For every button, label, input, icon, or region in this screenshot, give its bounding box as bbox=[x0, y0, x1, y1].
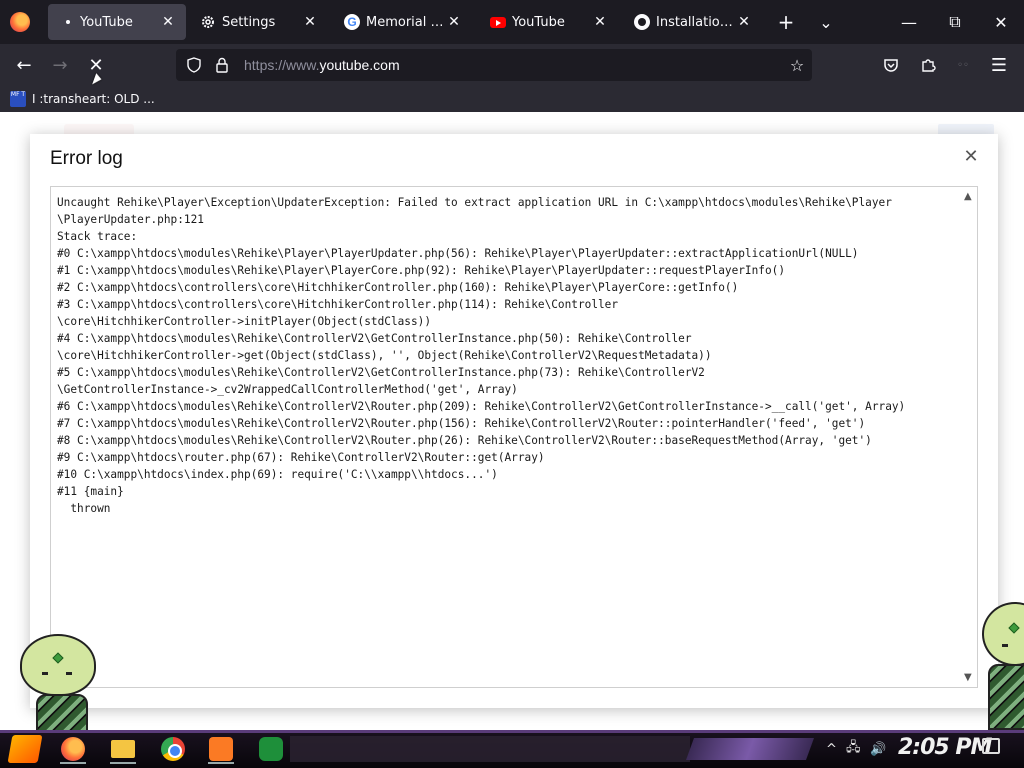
taskbar-stripe bbox=[0, 730, 1024, 733]
tab-close-icon[interactable]: ✕ bbox=[446, 14, 462, 30]
url-host: youtube.com bbox=[319, 57, 400, 73]
notification-center-icon[interactable] bbox=[982, 738, 1000, 754]
github-icon bbox=[634, 14, 650, 30]
tab-title: Settings bbox=[222, 14, 276, 30]
error-log-textarea[interactable]: Uncaught Rehike\Player\Exception\Updater… bbox=[50, 186, 978, 688]
taskbar: ^ 🖧 🔊 2:05 PM bbox=[0, 730, 1024, 768]
minimize-button[interactable]: — bbox=[886, 4, 932, 40]
xampp-icon bbox=[209, 737, 233, 761]
tab-title: Memorial Day - bbox=[366, 14, 446, 30]
bookmark-star-icon[interactable]: ☆ bbox=[782, 56, 812, 75]
dialog-close-button[interactable]: ✕ bbox=[962, 148, 980, 166]
character-sticker-left bbox=[16, 630, 106, 730]
tab-title: YouTube bbox=[512, 14, 565, 30]
bookmarks-toolbar: MF T I :transheart: OLD ... bbox=[0, 86, 1024, 112]
tab-youtube-active[interactable]: YouTube ✕ bbox=[48, 4, 186, 40]
page-content: Error log ✕ Uncaught Rehike\Player\Excep… bbox=[0, 112, 1024, 730]
bookmark-item[interactable]: MF T I :transheart: OLD ... bbox=[10, 89, 155, 109]
tab-youtube[interactable]: YouTube ✕ bbox=[480, 4, 618, 40]
loading-dot-icon bbox=[58, 14, 74, 30]
tab-close-icon[interactable]: ✕ bbox=[736, 14, 752, 30]
pocket-icon[interactable] bbox=[876, 50, 906, 80]
tab-bar: YouTube ✕ Settings ✕ G Memorial Day - ✕ … bbox=[0, 0, 1024, 44]
forward-button[interactable]: → bbox=[45, 50, 75, 80]
network-icon[interactable]: 🖧 bbox=[846, 738, 861, 760]
taskbar-search-area[interactable] bbox=[290, 736, 690, 762]
tab-title: Installation · Re bbox=[656, 14, 736, 30]
menu-icon[interactable]: ☰ bbox=[984, 50, 1014, 80]
taskbar-chrome-button[interactable] bbox=[154, 734, 192, 764]
maximize-button[interactable]: ⧉ bbox=[932, 4, 978, 40]
dialog-title: Error log bbox=[50, 148, 123, 169]
back-button[interactable]: ← bbox=[9, 50, 39, 80]
close-window-button[interactable]: ✕ bbox=[978, 4, 1024, 40]
profile-icon[interactable]: ◦◦ bbox=[948, 50, 978, 80]
navigation-toolbar: ← → ✕ https://www.youtube.com ☆ ◦◦ ☰ bbox=[0, 44, 1024, 86]
error-log-text: Uncaught Rehike\Player\Exception\Updater… bbox=[57, 196, 906, 515]
extensions-icon[interactable] bbox=[913, 50, 943, 80]
bookmark-favicon-icon: MF T bbox=[10, 91, 26, 107]
gear-icon bbox=[200, 14, 216, 30]
volume-icon[interactable]: 🔊 bbox=[870, 738, 886, 760]
taskbar-clock[interactable]: 2:05 PM bbox=[898, 735, 992, 760]
tab-close-icon[interactable]: ✕ bbox=[592, 14, 608, 30]
green-app-icon bbox=[259, 737, 283, 761]
start-button[interactable] bbox=[7, 735, 43, 763]
running-indicator bbox=[60, 762, 86, 764]
tab-settings[interactable]: Settings ✕ bbox=[190, 4, 328, 40]
tab-title: YouTube bbox=[80, 14, 133, 30]
chrome-icon bbox=[161, 737, 185, 761]
tray-overflow-chevron-icon[interactable]: ^ bbox=[826, 738, 837, 760]
tracking-protection-shield-icon[interactable] bbox=[184, 55, 204, 75]
vertical-scrollbar[interactable]: ▲ ▼ bbox=[961, 187, 977, 687]
file-explorer-icon bbox=[111, 740, 135, 758]
tab-close-icon[interactable]: ✕ bbox=[302, 14, 318, 30]
running-indicator bbox=[110, 762, 136, 764]
taskbar-firefox-button[interactable] bbox=[54, 734, 92, 764]
tab-memorial-day[interactable]: G Memorial Day - ✕ bbox=[334, 4, 472, 40]
taskbar-green-app-button[interactable] bbox=[252, 734, 290, 764]
error-log-dialog: Error log ✕ Uncaught Rehike\Player\Excep… bbox=[30, 134, 998, 708]
google-icon: G bbox=[344, 14, 360, 30]
address-bar[interactable]: https://www.youtube.com ☆ bbox=[176, 49, 812, 81]
running-indicator bbox=[208, 762, 234, 764]
taskbar-file-explorer-button[interactable] bbox=[104, 734, 142, 764]
url-scheme: https://www. bbox=[244, 57, 320, 73]
firefox-logo-icon bbox=[10, 12, 30, 32]
taskbar-decoration bbox=[685, 738, 815, 760]
lock-icon[interactable] bbox=[212, 55, 232, 75]
taskbar-xampp-button[interactable] bbox=[202, 734, 240, 764]
new-tab-button[interactable]: + bbox=[772, 8, 800, 36]
tab-installation[interactable]: Installation · Re ✕ bbox=[624, 4, 762, 40]
scroll-down-icon[interactable]: ▼ bbox=[964, 672, 972, 683]
scroll-up-icon[interactable]: ▲ bbox=[964, 191, 972, 202]
tab-close-icon[interactable]: ✕ bbox=[160, 14, 176, 30]
bookmark-label: I :transheart: OLD ... bbox=[32, 92, 155, 106]
character-sticker-right bbox=[980, 600, 1024, 730]
firefox-icon bbox=[61, 737, 85, 761]
youtube-icon bbox=[490, 14, 506, 30]
list-all-tabs-button[interactable]: ⌄ bbox=[812, 8, 840, 36]
url-text[interactable]: https://www.youtube.com bbox=[244, 57, 782, 73]
